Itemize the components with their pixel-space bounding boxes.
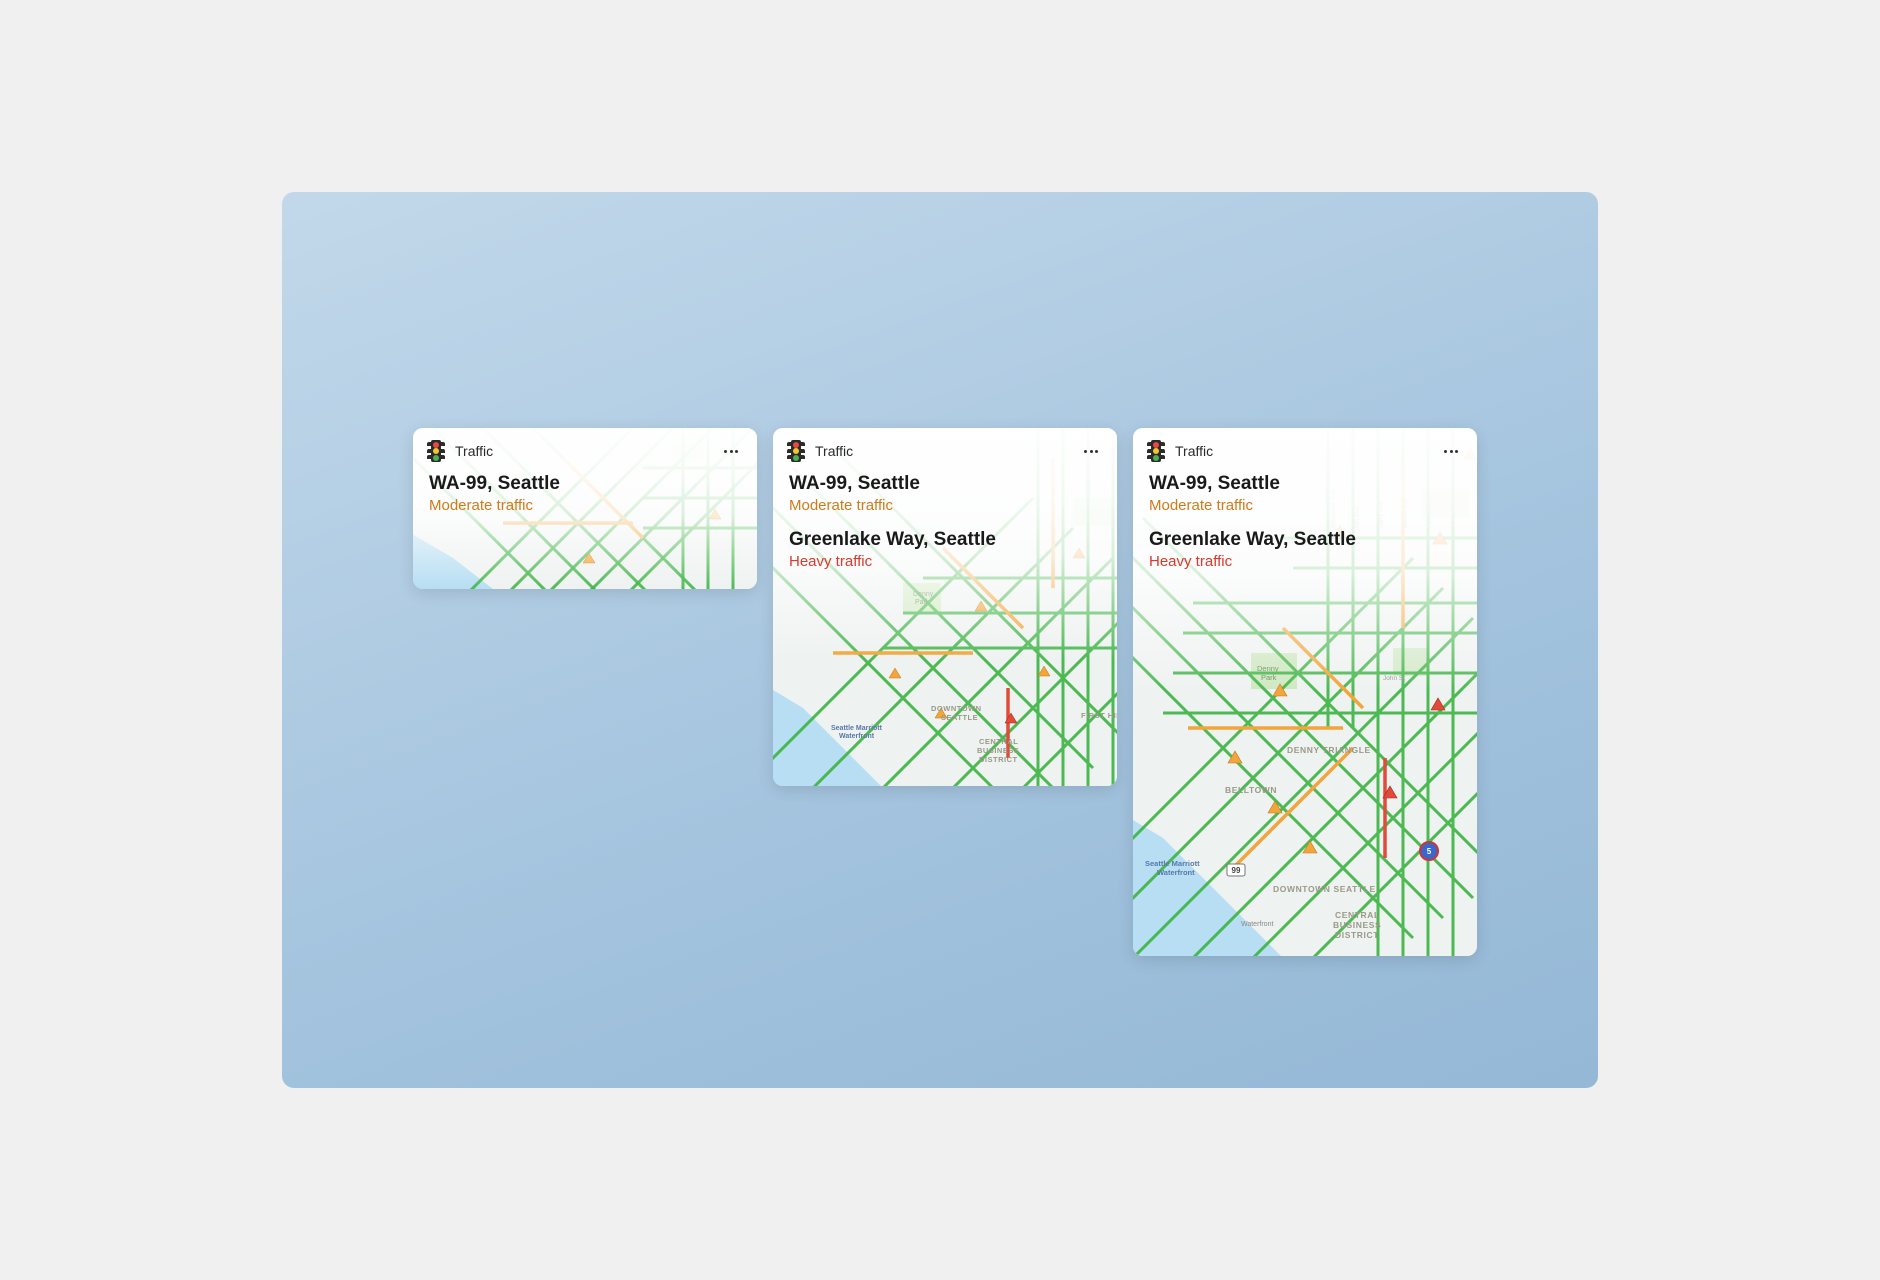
svg-text:CENTRAL: CENTRAL [979,737,1018,746]
route-name: WA-99, Seattle [789,472,1101,496]
traffic-light-icon [787,440,805,462]
route-status: Heavy traffic [789,553,1101,570]
svg-text:John St: John St [1383,675,1405,682]
traffic-widget-medium[interactable]: Seattle Marriott Waterfront DOWNTOWN SEA… [773,428,1117,786]
svg-text:BELLTOWN: BELLTOWN [1225,785,1277,795]
svg-text:5: 5 [1427,847,1432,856]
route-item[interactable]: Greenlake Way, Seattle Heavy traffic [789,528,1101,570]
route-status: Moderate traffic [1149,497,1461,514]
showcase-canvas: Traffic WA-99, Seattle Moderate traffic [282,192,1598,1088]
svg-text:Waterfront: Waterfront [1157,868,1195,877]
route-item[interactable]: WA-99, Seattle Moderate traffic [429,472,741,514]
route-name: WA-99, Seattle [429,472,741,496]
route-status: Heavy traffic [1149,553,1461,570]
svg-text:DOWNTOWN SEATTLE: DOWNTOWN SEATTLE [1273,884,1376,894]
svg-text:99: 99 [1232,866,1241,875]
route-name: Greenlake Way, Seattle [1149,528,1461,552]
route-item[interactable]: WA-99, Seattle Moderate traffic [1149,472,1461,514]
svg-text:BUSINESS: BUSINESS [977,746,1019,755]
route-item[interactable]: WA-99, Seattle Moderate traffic [789,472,1101,514]
widget-title: Traffic [815,443,1079,459]
svg-text:DOWNTOWN: DOWNTOWN [931,704,982,713]
route-status: Moderate traffic [429,497,741,514]
svg-text:Seattle Marriott: Seattle Marriott [831,725,883,732]
svg-text:DISTRICT: DISTRICT [1335,930,1379,940]
route-status: Moderate traffic [789,497,1101,514]
svg-text:FIRST HILL: FIRST HILL [1081,711,1117,720]
more-options-button[interactable] [719,442,743,460]
widget-title: Traffic [1175,443,1439,459]
svg-text:DISTRICT: DISTRICT [979,755,1018,764]
svg-text:CENTRAL: CENTRAL [1335,910,1380,920]
svg-text:Waterfront: Waterfront [1241,921,1273,928]
more-options-button[interactable] [1439,442,1463,460]
route-item[interactable]: Greenlake Way, Seattle Heavy traffic [1149,528,1461,570]
traffic-widget-small[interactable]: Traffic WA-99, Seattle Moderate traffic [413,428,757,589]
traffic-light-icon [427,440,445,462]
svg-text:Park: Park [915,599,930,606]
traffic-widget-large[interactable]: 99 5 Seattle Marriott Waterfront DENNY T… [1133,428,1477,956]
route-name: WA-99, Seattle [1149,472,1461,496]
svg-text:DENNY TRIANGLE: DENNY TRIANGLE [1287,745,1371,755]
svg-text:Denny: Denny [913,591,934,598]
traffic-light-icon [1147,440,1165,462]
svg-text:Waterfront: Waterfront [839,733,875,740]
svg-text:BUSINESS: BUSINESS [1333,920,1381,930]
more-options-button[interactable] [1079,442,1103,460]
svg-text:Seattle Marriott: Seattle Marriott [1145,859,1200,868]
svg-text:Park: Park [1261,673,1277,682]
widget-title: Traffic [455,443,719,459]
svg-text:SEATTLE: SEATTLE [941,713,978,722]
svg-text:Denny: Denny [1257,664,1279,673]
route-name: Greenlake Way, Seattle [789,528,1101,552]
